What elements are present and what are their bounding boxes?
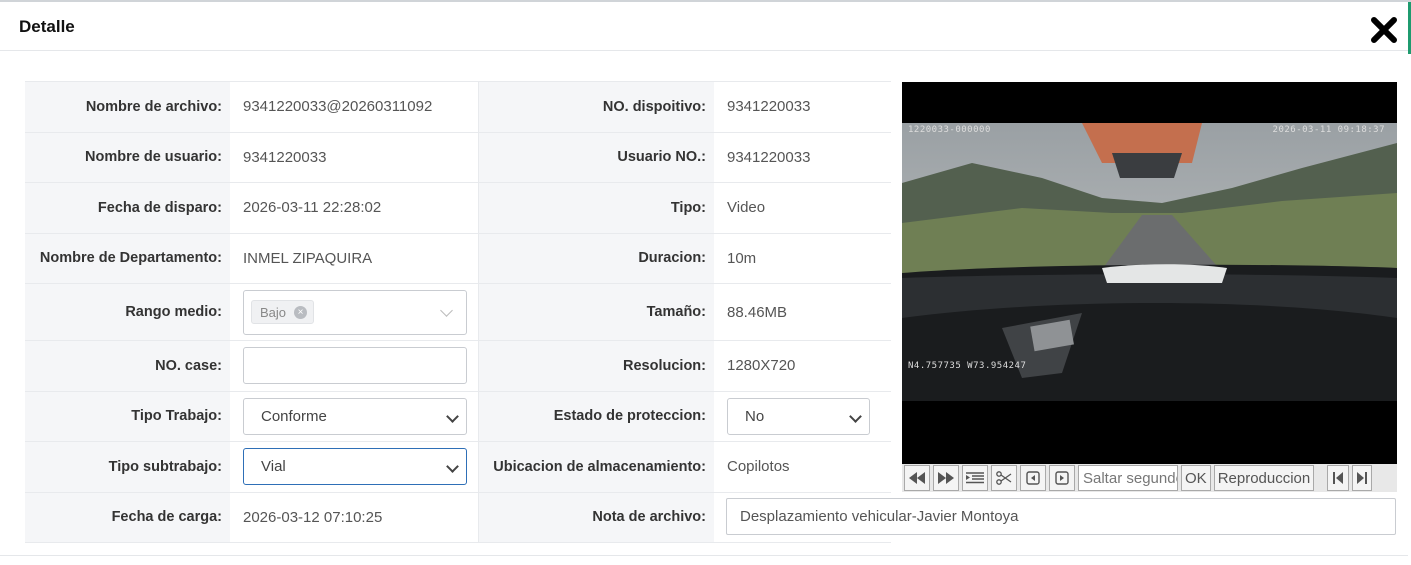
device-no-value: 9341220033 [714,81,891,133]
detail-dialog: Detalle Nombre de archivo: 9341220033@20… [0,0,1411,565]
video-frame [902,123,1397,401]
fast-forward-icon [938,472,954,484]
chevron-down-icon [445,460,459,474]
trigger-date-value: 2026-03-11 22:28:02 [230,182,479,234]
dialog-header: Detalle [0,2,1408,51]
table-row: NO. case: Resolucion: 1280X720 [25,340,891,392]
subwork-type-value: Vial [261,458,286,476]
upload-date-label: Fecha de carga: [25,491,230,543]
duration-value: 10m [714,232,891,284]
video-osd-timestamp: 2026-03-11 09:18:37 [1272,125,1385,135]
player-toolbar: Saltar segundo OK Reproduccion [902,464,1397,492]
chevron-down-icon [445,409,459,423]
scissors-icon [996,471,1012,485]
skip-start-button[interactable] [1327,465,1350,491]
resolution-value: 1280X720 [714,340,891,392]
prev-frame-icon [1026,471,1040,485]
user-no-label: Usuario NO.: [478,131,714,183]
protection-value: No [745,407,765,425]
dialog-title: Detalle [19,17,75,36]
prev-frame-button[interactable] [1020,465,1046,491]
playlist-button[interactable] [962,465,988,491]
storage-value: Copilotos [714,441,891,493]
dialog-footer-divider [0,555,1408,556]
work-type-label: Tipo Trabajo: [25,390,230,442]
range-tag: Bajo × [251,300,315,324]
file-note-label: Nota de archivo: [478,491,714,543]
next-frame-button[interactable] [1049,465,1075,491]
remove-tag-icon[interactable]: × [294,305,308,319]
range-tag-label: Bajo [260,304,287,320]
protection-select[interactable]: No [727,397,870,435]
upload-date-value: 2026-03-12 07:10:25 [230,491,479,543]
device-no-label: NO. dispoitivo: [478,81,714,133]
playback-button[interactable]: Reproduccion [1213,465,1315,491]
range-label: Rango medio: [25,283,230,341]
rewind-button[interactable] [904,465,930,491]
filename-value: 9341220033@20260311092 [243,98,433,116]
trigger-date-label: Fecha de disparo: [25,182,230,234]
video-osd-gps: N4.757735 W73.954247 [908,361,1027,371]
work-type-value: Conforme [261,407,327,425]
seek-ok-button[interactable]: OK [1181,465,1211,491]
chevron-down-icon [439,303,453,317]
protection-label: Estado de proteccion: [478,390,714,442]
next-frame-icon [1055,471,1069,485]
detail-table: Nombre de archivo: 9341220033@2026031109… [25,81,891,543]
username-value: 9341220033 [230,131,479,183]
skip-forward-icon [1357,472,1368,484]
chevron-down-icon [849,409,862,423]
close-icon[interactable] [1368,14,1400,46]
work-type-select[interactable]: Conforme [243,397,467,435]
case-no-label: NO. case: [25,340,230,392]
skip-back-icon [1333,472,1344,484]
filename-label: Nombre de archivo: [25,81,230,133]
username-label: Nombre de usuario: [25,131,230,183]
video-player[interactable]: 1220033-000000 2026-03-11 09:18:37 N4.75… [902,82,1397,464]
user-no-value: 9341220033 [714,131,891,183]
table-row: Nombre de usuario: 9341220033 Usuario NO… [25,131,891,183]
type-value: Video [714,182,891,234]
type-label: Tipo: [478,182,714,234]
clip-button[interactable] [991,465,1017,491]
list-icon [966,472,984,484]
department-value: INMEL ZIPAQUIRA [230,232,479,284]
seek-seconds-input[interactable]: Saltar segundo [1078,465,1178,491]
fast-forward-button[interactable] [933,465,959,491]
range-multiselect[interactable]: Bajo × [243,289,467,335]
file-note-input[interactable]: Desplazamiento vehicular-Javier Montoya [726,498,1396,535]
duration-label: Duracion: [478,232,714,284]
size-label: Tamaño: [478,283,714,341]
rewind-icon [909,472,925,484]
table-row: Rango medio: Bajo × Tamaño: 88.46MB [25,283,891,341]
table-row: Tipo subtrabajo: Vial Ubicacion de almac… [25,441,891,493]
storage-label: Ubicacion de almacenamiento: [478,441,714,493]
skip-end-button[interactable] [1352,465,1373,491]
table-row: Fecha de disparo: 2026-03-11 22:28:02 Ti… [25,182,891,234]
size-value: 88.46MB [714,283,891,341]
case-no-input[interactable] [243,347,467,385]
resolution-label: Resolucion: [478,340,714,392]
table-row: Tipo Trabajo: Conforme Estado de protecc… [25,390,891,442]
department-label: Nombre de Departamento: [25,232,230,284]
video-osd-id: 1220033-000000 [908,125,991,135]
subwork-type-label: Tipo subtrabajo: [25,441,230,493]
subwork-type-select[interactable]: Vial [243,448,467,486]
table-row: Nombre de Departamento: INMEL ZIPAQUIRA … [25,232,891,284]
table-row: Nombre de archivo: 9341220033@2026031109… [25,81,891,133]
